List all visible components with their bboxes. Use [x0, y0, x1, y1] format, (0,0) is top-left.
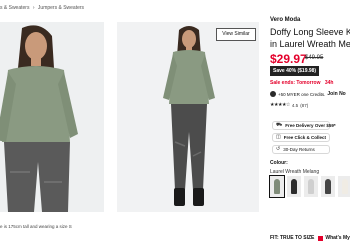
click-collect-label: Free Click & Collect: [283, 135, 326, 140]
product-photo-front[interactable]: [0, 22, 104, 212]
fit-label: FIT: TRUE TO SIZE: [270, 235, 315, 241]
view-similar-button[interactable]: View Similar: [216, 28, 256, 41]
colour-swatch[interactable]: [321, 176, 335, 197]
breadcrumb: s & Sweaters › Jumpers & Sweaters: [0, 5, 84, 11]
breadcrumb-item-jumpers-sweaters[interactable]: Jumpers & Sweaters: [38, 5, 84, 11]
model-size-caption: e is 175cm tall and wearing a size S: [0, 224, 72, 229]
product-title-line-2: in Laurel Wreath Me: [270, 39, 350, 49]
returns-option[interactable]: ↺ 30-Day Returns: [272, 145, 330, 154]
size-guide-icon: [318, 235, 324, 241]
swatch-figure: [308, 179, 314, 194]
product-photo-full-length[interactable]: [117, 22, 259, 212]
sale-ends-label: Sale ends: Tomorrow: [270, 80, 321, 86]
original-price: $49.95: [305, 55, 324, 61]
bag-icon: ◫: [276, 134, 281, 140]
sale-countdown: 34h: [324, 80, 334, 86]
fit-guide: FIT: TRUE TO SIZE What's My: [270, 235, 350, 241]
breadcrumb-separator: ›: [32, 5, 35, 11]
credits-text: +50 MYER one Credits.: [278, 91, 326, 97]
model-illustration-full: [117, 22, 259, 212]
returns-label: 30-Day Returns: [283, 147, 315, 152]
brand-name[interactable]: Vero Moda: [270, 17, 300, 23]
selected-colour-name: Laurel Wreath Melang: [270, 169, 320, 175]
rating-stars-icon: ★★★★☆: [270, 102, 290, 108]
myer-one-icon: [270, 91, 276, 97]
colour-swatch[interactable]: [338, 176, 350, 197]
model-illustration-front: [0, 22, 104, 212]
rating-value: 4.5: [291, 102, 299, 108]
colour-swatches: [269, 175, 350, 198]
sale-price: $29.97: [270, 52, 307, 66]
loyalty-credits: +50 MYER one Credits. Join No: [270, 91, 346, 97]
truck-icon: ⛟: [276, 122, 283, 128]
product-rating[interactable]: ★★★★☆ 4.5 (87): [270, 102, 308, 108]
sale-ends-notice: Sale ends: Tomorrow 34h: [270, 80, 334, 86]
click-collect-option[interactable]: ◫ Free Click & Collect: [272, 133, 330, 142]
breadcrumb-item-jumpers-sweaters-parent[interactable]: s & Sweaters: [0, 5, 29, 11]
rating-count: (87): [300, 102, 309, 108]
savings-badge: Save 40% ($19.98): [270, 66, 320, 76]
swatch-figure: [325, 179, 331, 194]
free-delivery-label: Free Delivery Over $59*: [285, 123, 336, 128]
swatch-figure: [342, 179, 348, 194]
product-title: Doffy Long Sleeve K in Laurel Wreath Me: [270, 26, 350, 50]
return-arrow-icon: ↺: [276, 146, 281, 152]
product-title-line-1: Doffy Long Sleeve K: [270, 27, 350, 37]
colour-swatch[interactable]: [269, 175, 285, 198]
colour-label: Colour:: [270, 160, 288, 166]
colour-swatch[interactable]: [287, 176, 301, 197]
swatch-figure: [274, 179, 280, 194]
swatch-figure: [291, 179, 297, 194]
free-delivery-option[interactable]: ⛟ Free Delivery Over $59*: [272, 121, 336, 130]
join-now-link[interactable]: Join No: [327, 91, 345, 97]
colour-swatch[interactable]: [304, 176, 318, 197]
whats-my-size-link[interactable]: What's My: [318, 235, 350, 241]
product-details: Vero Moda Doffy Long Sleeve K in Laurel …: [269, 0, 350, 250]
whats-my-size-label: What's My: [325, 235, 350, 241]
